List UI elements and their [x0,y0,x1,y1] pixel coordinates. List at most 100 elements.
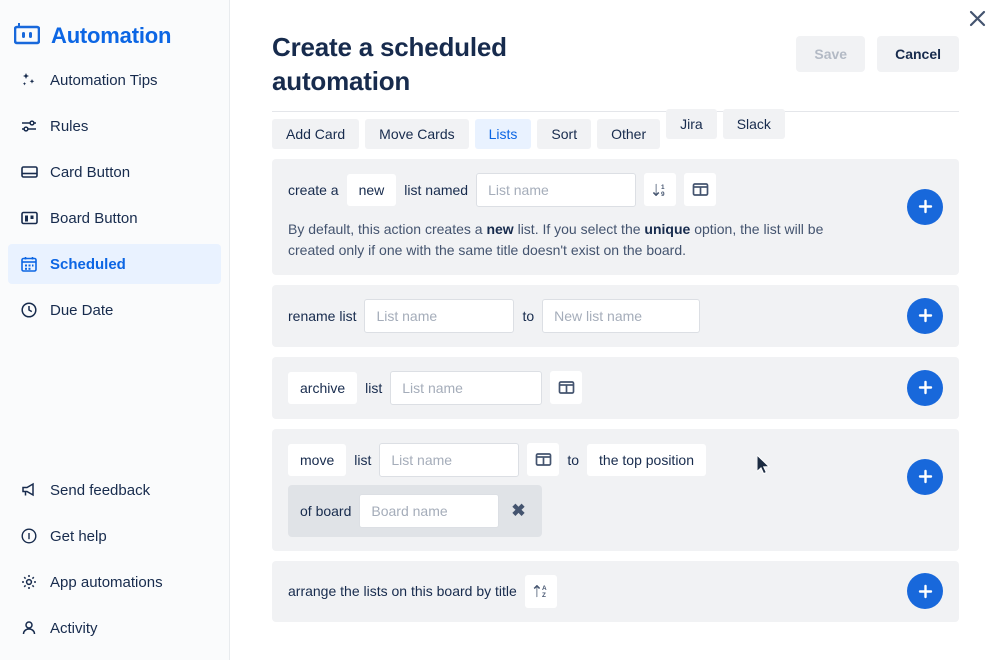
svg-text:9: 9 [661,191,665,198]
sidebar-item-label: Rules [50,117,89,135]
board-icon [20,209,38,227]
create-list-name-input[interactable] [476,172,637,207]
create-mode-dropdown[interactable]: new [346,173,397,206]
add-action-button[interactable] [907,188,943,225]
robot-icon [13,22,41,51]
info-icon [20,527,38,545]
action-arrange-lists: arrange the lists on this board by title… [272,560,959,622]
sidebar-item-label: Activity [50,619,98,637]
tab-sort[interactable]: Sort [537,118,592,149]
move-board-subrow: of board ✖ [288,484,542,537]
sidebar-item-automation-tips[interactable]: Automation Tips [8,60,221,100]
create-prefix-label: create a [288,181,339,198]
sidebar-item-due-date[interactable]: Due Date [8,290,221,330]
gear-icon [20,573,38,591]
sparkles-icon [20,71,38,89]
main-panel: Create a scheduled automation Save Cance… [230,0,999,660]
board-columns-icon[interactable] [684,173,717,207]
sidebar-item-rules[interactable]: Rules [8,106,221,146]
close-icon[interactable]: ✖ [507,500,529,521]
brand: Automation [0,0,229,56]
automation-screen: Automation Automation Tips Rules Card Bu… [0,0,999,660]
action-archive-list: archive list [272,356,959,419]
cancel-button[interactable]: Cancel [877,36,959,72]
action-category-tabs: Add Card Move Cards Lists Sort Other Jir… [272,108,959,151]
sidebar-item-label: Get help [50,527,107,545]
move-position-dropdown[interactable]: the top position [587,443,707,476]
sort-ascending-az-icon[interactable]: AZ [524,574,557,608]
header-actions: Save Cancel [796,30,959,72]
archive-label: list [365,379,383,396]
board-columns-icon[interactable] [527,443,560,477]
clock-icon [20,301,38,319]
card-icon [20,163,38,181]
action-create-list: create a new list named 19 By default, t… [272,158,959,275]
sidebar-item-label: Board Button [50,209,138,227]
sidebar-item-get-help[interactable]: Get help [8,516,222,556]
add-action-button[interactable] [907,297,943,334]
tab-add-card[interactable]: Add Card [272,118,360,149]
page-header: Create a scheduled automation Save Cance… [230,0,999,99]
move-label: list [354,451,372,468]
sort-descending-icon[interactable]: 19 [644,173,677,207]
svg-text:A: A [542,585,547,592]
archive-list-name-input[interactable] [390,370,543,405]
move-board-name-input[interactable] [359,493,500,528]
board-columns-icon[interactable] [550,371,583,405]
add-action-button[interactable] [907,573,943,610]
rename-new-name-input[interactable] [542,298,701,333]
megaphone-icon [20,481,38,499]
tab-other[interactable]: Other [597,118,661,149]
help-pre: By default, this action creates a [288,220,487,237]
move-sub-label: of board [300,502,352,519]
action-row: archive list [288,370,943,405]
sidebar-item-label: Send feedback [50,481,151,499]
sidebar: Automation Automation Tips Rules Card Bu… [0,0,230,660]
rename-prefix-label: rename list [288,307,357,324]
sidebar-item-card-button[interactable]: Card Button [8,152,221,192]
move-connector-label: to [567,451,580,468]
save-button[interactable]: Save [796,36,866,72]
brand-label: Automation [51,23,172,48]
action-row: create a new list named 19 [288,172,943,207]
action-list: create a new list named 19 By default, t… [230,151,999,622]
svg-text:1: 1 [661,184,665,191]
help-mid: list. If you select the [513,220,645,237]
sidebar-item-label: Due Date [50,301,114,319]
action-row: arrange the lists on this board by title… [288,574,943,608]
sidebar-nav: Automation Tips Rules Card Button Board … [0,60,229,330]
person-icon [20,619,38,637]
svg-text:Z: Z [542,592,546,599]
action-row: rename list to [288,298,943,333]
tab-lists[interactable]: Lists [474,118,532,149]
archive-mode-dropdown[interactable]: archive [288,371,358,404]
sidebar-item-scheduled[interactable]: Scheduled [8,244,221,284]
rename-connector-label: to [522,307,535,324]
sidebar-item-send-feedback[interactable]: Send feedback [8,470,222,510]
action-row: move list to the top position [288,442,943,477]
add-action-button[interactable] [907,458,943,495]
arrange-label: arrange the lists on this board by title [288,583,517,600]
sidebar-item-label: Card Button [50,163,131,181]
calendar-icon [20,255,38,273]
create-help-text: By default, this action creates a new li… [288,219,858,261]
close-icon[interactable] [963,4,991,32]
sidebar-item-label: App automations [50,573,163,591]
action-move-list: move list to the top position of board ✖ [272,428,959,551]
tab-slack[interactable]: Slack [722,108,785,139]
tab-move-cards[interactable]: Move Cards [365,118,469,149]
move-list-name-input[interactable] [379,442,520,477]
sliders-icon [20,117,38,135]
tab-jira[interactable]: Jira [666,108,717,139]
create-middle-label: list named [404,181,469,198]
sidebar-item-app-automations[interactable]: App automations [8,562,222,602]
help-bold-new: new [486,220,514,237]
rename-list-name-input[interactable] [364,298,515,333]
move-mode-dropdown[interactable]: move [288,443,347,476]
sidebar-item-board-button[interactable]: Board Button [8,198,221,238]
sidebar-item-activity[interactable]: Activity [8,608,222,648]
action-rename-list: rename list to [272,284,959,347]
sidebar-item-label: Scheduled [50,255,126,273]
sidebar-bottom-nav: Send feedback Get help App automations A… [0,470,230,660]
add-action-button[interactable] [907,369,943,406]
